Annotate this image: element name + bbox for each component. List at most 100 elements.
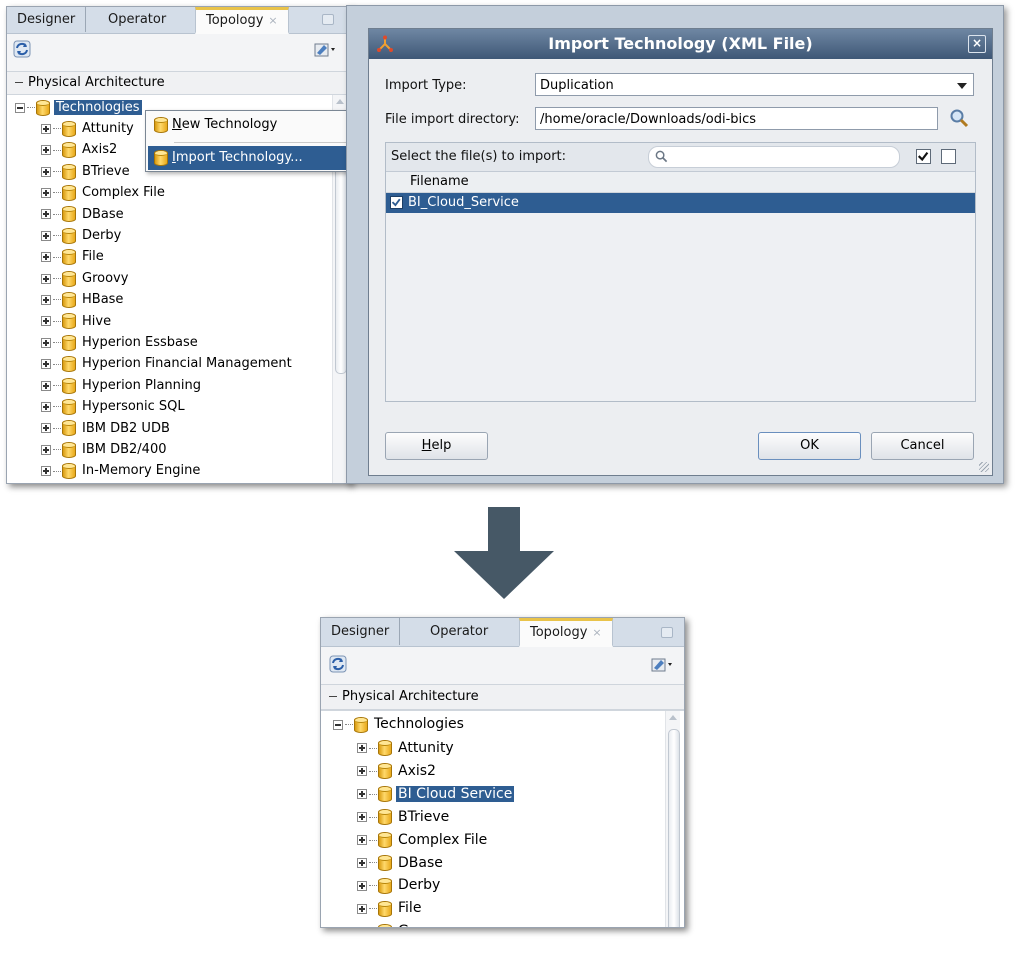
expand-node-icon[interactable]: [41, 444, 51, 455]
tree-root-technologies[interactable]: Technologies: [333, 713, 466, 736]
tree-item[interactable]: Complex File: [357, 829, 489, 852]
tab-close-icon[interactable]: ×: [592, 626, 601, 639]
expand-node-icon[interactable]: [357, 880, 367, 891]
collapse-icon[interactable]: [15, 82, 23, 83]
tree-item[interactable]: Hyperion Essbase: [41, 332, 200, 353]
collapse-icon[interactable]: [329, 696, 337, 697]
expand-node-icon[interactable]: [41, 273, 51, 284]
expand-node-icon[interactable]: [357, 857, 367, 868]
refresh-icon[interactable]: [329, 655, 347, 673]
tree-item[interactable]: Attunity: [357, 737, 456, 760]
tab-close-icon[interactable]: ×: [268, 14, 277, 27]
file-row-name: BI_Cloud_Service: [408, 195, 519, 210]
expand-node-icon[interactable]: [41, 401, 51, 412]
tree-item[interactable]: Axis2: [41, 139, 119, 160]
tree-item[interactable]: IBM DB2 UDB: [41, 418, 172, 439]
minimize-icon[interactable]: [322, 14, 334, 25]
dialog-titlebar[interactable]: Import Technology (XML File) ×: [369, 29, 992, 59]
tree-root-technologies[interactable]: Technologies: [15, 97, 142, 118]
select-all-checkbox[interactable]: [916, 149, 931, 164]
expand-node-icon[interactable]: [41, 380, 51, 391]
tab-operator[interactable]: Operator: [98, 7, 176, 32]
browse-search-icon[interactable]: [949, 108, 969, 128]
collapse-node-icon[interactable]: [15, 102, 25, 113]
menu-new-technology[interactable]: New Technology: [148, 113, 362, 137]
filename-column-header[interactable]: Filename: [386, 172, 975, 193]
tab-topology[interactable]: Topology ×: [195, 7, 289, 34]
tree-item[interactable]: Groovy: [357, 920, 450, 927]
tree-item[interactable]: File: [41, 246, 106, 267]
tree-item[interactable]: HBase: [41, 289, 125, 310]
expand-node-icon[interactable]: [41, 209, 51, 220]
tree-item[interactable]: File: [357, 897, 423, 920]
database-icon: [378, 763, 392, 780]
directory-input[interactable]: /home/oracle/Downloads/odi-bics: [535, 107, 938, 130]
tab-topology[interactable]: Topology ×: [519, 618, 613, 647]
expand-node-icon[interactable]: [357, 766, 367, 777]
navigator-menu-icon[interactable]: [314, 40, 336, 58]
tree-item[interactable]: BTrieve: [41, 161, 132, 182]
import-technology-dialog: Import Technology (XML File) × Import Ty…: [368, 28, 993, 476]
expand-node-icon[interactable]: [357, 789, 367, 800]
database-icon: [62, 163, 76, 180]
expand-node-icon[interactable]: [41, 359, 51, 370]
expand-node-icon[interactable]: [357, 835, 367, 846]
ok-button[interactable]: OK: [758, 432, 861, 460]
deselect-all-checkbox[interactable]: [941, 149, 956, 164]
tree-item[interactable]: Hypersonic SQL: [41, 396, 187, 417]
tree-item[interactable]: BI Cloud Service: [357, 783, 515, 806]
tree-item[interactable]: Groovy: [41, 268, 130, 289]
refresh-icon[interactable]: [13, 40, 31, 58]
tree-scrollbar[interactable]: [665, 711, 680, 927]
expand-node-icon[interactable]: [41, 337, 51, 348]
physical-architecture-header[interactable]: Physical Architecture: [7, 71, 350, 95]
tree-item[interactable]: Hive: [41, 311, 113, 332]
expand-node-icon[interactable]: [41, 423, 51, 434]
tree-item[interactable]: DBase: [357, 852, 445, 875]
tree-item[interactable]: Derby: [357, 874, 442, 897]
help-button[interactable]: Help: [385, 432, 488, 460]
expand-node-icon[interactable]: [41, 123, 51, 134]
physical-architecture-header[interactable]: Physical Architecture: [321, 684, 684, 710]
expand-node-icon[interactable]: [41, 316, 51, 327]
collapse-node-icon[interactable]: [333, 719, 343, 730]
cancel-button[interactable]: Cancel: [871, 432, 974, 460]
tab-designer[interactable]: Designer: [7, 7, 87, 32]
tree-item[interactable]: In-Memory Engine: [41, 460, 202, 481]
resize-grip-icon[interactable]: [979, 462, 989, 472]
file-search-input[interactable]: [648, 146, 900, 168]
chevron-down-icon: [957, 83, 967, 89]
tree-item[interactable]: Attunity: [41, 118, 136, 139]
expand-node-icon[interactable]: [357, 743, 367, 754]
expand-node-icon[interactable]: [41, 294, 51, 305]
expand-node-icon[interactable]: [41, 145, 51, 156]
expand-node-icon[interactable]: [41, 230, 51, 241]
tree-item[interactable]: Hyperion Financial Management: [41, 353, 294, 374]
file-row[interactable]: BI_Cloud_Service: [386, 193, 975, 213]
scroll-up-icon[interactable]: [336, 99, 344, 104]
import-type-select[interactable]: Duplication: [535, 73, 974, 96]
file-row-checkbox[interactable]: [390, 196, 403, 209]
tree-item[interactable]: IBM DB2/400: [41, 439, 169, 460]
tree-item[interactable]: Hyperion Planning: [41, 375, 203, 396]
minimize-icon[interactable]: [661, 627, 673, 638]
tree-item[interactable]: Axis2: [357, 760, 438, 783]
tab-operator[interactable]: Operator: [420, 618, 498, 645]
expand-node-icon[interactable]: [41, 166, 51, 177]
navigator-menu-icon[interactable]: [651, 655, 673, 673]
scroll-up-icon[interactable]: [669, 715, 677, 720]
expand-node-icon[interactable]: [41, 252, 51, 263]
expand-node-icon[interactable]: [357, 812, 367, 823]
tree-item[interactable]: Complex File: [41, 182, 167, 203]
database-icon: [62, 463, 76, 480]
menu-import-technology[interactable]: Import Technology...: [148, 146, 362, 170]
expand-node-icon[interactable]: [357, 903, 367, 914]
tab-designer[interactable]: Designer: [321, 618, 401, 645]
tree-item[interactable]: Derby: [41, 225, 123, 246]
expand-node-icon[interactable]: [41, 466, 51, 477]
scroll-thumb[interactable]: [668, 729, 680, 927]
expand-node-icon[interactable]: [41, 187, 51, 198]
tree-item[interactable]: BTrieve: [357, 806, 451, 829]
dialog-close-icon[interactable]: ×: [968, 35, 986, 53]
tree-item[interactable]: DBase: [41, 204, 126, 225]
